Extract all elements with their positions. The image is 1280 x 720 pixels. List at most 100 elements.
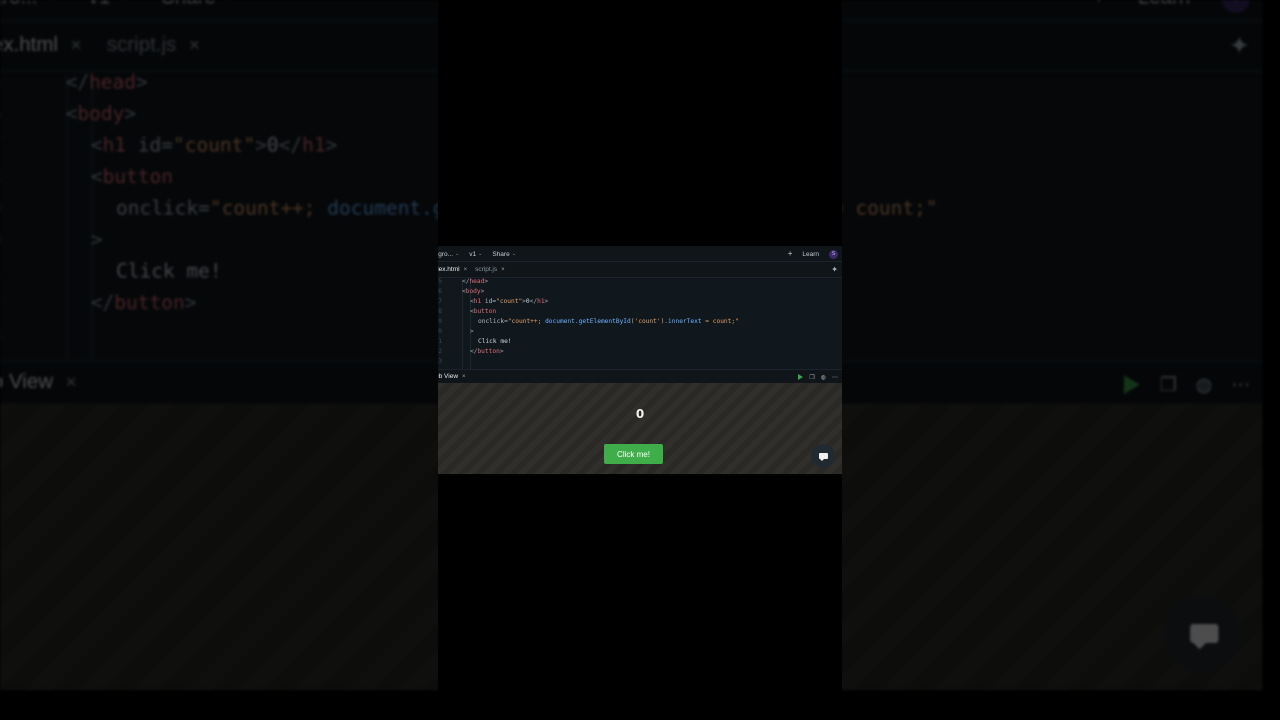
webview-title: eb View — [438, 373, 459, 380]
line-number: 10 — [438, 328, 442, 335]
chat-button[interactable] — [811, 444, 835, 468]
globe-icon[interactable]: ◍ — [821, 374, 826, 381]
code-token: </ — [90, 293, 115, 316]
learn-link[interactable]: Learn — [802, 251, 819, 258]
version-label: v1 — [88, 0, 110, 8]
new-window-icon[interactable]: ❐ — [809, 374, 814, 381]
code-text: <button — [470, 307, 496, 317]
code-token: > — [90, 230, 103, 253]
code-token: </ — [65, 72, 90, 95]
line-number: 5 — [0, 70, 3, 102]
version-label: v1 — [469, 250, 477, 258]
code-line: 10 > — [438, 327, 842, 337]
code-token: Click me! — [478, 338, 512, 345]
code-text: </button> — [91, 290, 197, 322]
workspace-menu: ygro... ⌄ — [0, 0, 57, 8]
code-text: > — [91, 227, 103, 258]
code-token: "count" — [496, 298, 523, 305]
code-token: h1 — [302, 135, 326, 158]
version-menu[interactable]: v1 ⌄ — [469, 251, 482, 258]
code-text: <button — [91, 164, 173, 196]
code-editor[interactable]: 5 </head> 6 <body> 7 <h1 id="count">0</h1> 8 <b… — [438, 277, 842, 369]
code-token: < — [90, 135, 103, 158]
chevron-down-icon: ⌄ — [44, 0, 57, 7]
file-tabs: dex.html × script.js × ✦ — [438, 262, 842, 278]
line-number: 11 — [438, 338, 442, 345]
workspace-menu[interactable]: ygro... ⌄ — [438, 251, 459, 258]
chat-button — [1164, 595, 1241, 672]
code-token: body — [77, 104, 125, 127]
code-token: "count" — [172, 135, 256, 158]
code-token: > — [124, 104, 137, 127]
line-number: 13 — [438, 358, 442, 365]
plus-icon: + — [1092, 0, 1107, 10]
chevron-down-icon: ⌄ — [478, 251, 483, 257]
tab-index-html: dex.html × — [0, 35, 82, 57]
code-text: </head> — [462, 277, 488, 287]
code-token: > — [470, 328, 474, 335]
workspace-name: ygro... — [0, 0, 37, 8]
code-token: id= — [126, 135, 173, 158]
tab-index-html[interactable]: dex.html × — [438, 266, 467, 273]
code-line: 7<h1 id="count">0</h1> — [438, 297, 842, 307]
more-icon[interactable]: ⋯ — [832, 374, 838, 381]
tab-label: script.js — [475, 266, 498, 273]
line-number: 12 — [0, 290, 3, 322]
code-token: body — [465, 288, 481, 295]
code-text: </button> — [470, 347, 504, 357]
line-number: 11 — [0, 259, 3, 291]
workspace-name: ygro... — [438, 250, 454, 258]
tab-webview[interactable]: eb View × — [438, 373, 466, 380]
chat-icon — [1188, 624, 1217, 650]
learn-link: Learn — [1138, 0, 1190, 8]
code-token: ('count') — [630, 318, 665, 325]
line-number: 13 — [0, 322, 3, 354]
code-token: h1 — [102, 135, 127, 158]
line-number: 10 — [0, 227, 3, 258]
code-token: > — [136, 72, 148, 95]
code-line: 8 <button — [438, 307, 842, 317]
line-number: 9 — [0, 196, 3, 228]
globe-icon: ◍ — [1195, 376, 1213, 396]
play-icon[interactable] — [798, 374, 804, 380]
tab-label: dex.html — [0, 35, 58, 58]
chevron-down-icon: ⌄ — [511, 251, 516, 257]
code-token: document.getElementById — [545, 318, 631, 325]
code-text: onclick="count++; document.getElementByI… — [478, 317, 739, 327]
count-heading: 0 — [635, 407, 645, 421]
line-number: 8 — [0, 164, 3, 196]
code-token: > — [325, 135, 338, 158]
tab-script-js[interactable]: script.js × — [475, 266, 505, 273]
share-label: Share — [492, 250, 510, 258]
code-token: 0 — [266, 135, 279, 158]
click-me-button[interactable]: Click me! — [604, 444, 663, 464]
code-token: button — [473, 308, 497, 315]
code-token: > — [184, 293, 197, 316]
tab-webview: eb View × — [0, 372, 77, 394]
code-token: h1 — [537, 298, 545, 305]
close-icon[interactable]: × — [501, 267, 505, 273]
code-token: onclick= — [116, 198, 210, 221]
code-token: Click me! — [116, 261, 222, 284]
chat-icon — [818, 453, 828, 461]
code-token: onclick= — [478, 318, 508, 325]
share-menu[interactable]: Share ⌄ — [492, 251, 516, 258]
code-token: head — [469, 278, 485, 285]
sparkle-icon[interactable]: ✦ — [831, 265, 838, 274]
close-icon[interactable]: × — [464, 267, 468, 273]
sparkle-icon: ✦ — [1228, 31, 1250, 61]
code-token: button — [477, 348, 500, 355]
line-number: 6 — [0, 101, 3, 133]
avatar[interactable]: S — [829, 249, 838, 259]
code-line: 9 onclick="count++; document.getElementBy… — [438, 317, 842, 327]
code-text: > — [470, 327, 474, 337]
code-token: </ — [278, 135, 303, 158]
plus-icon[interactable]: + — [788, 250, 793, 258]
code-line: 5 </head> — [438, 277, 842, 287]
tab-label: script.js — [106, 35, 177, 58]
code-text: Click me! — [116, 259, 222, 291]
top-bar: ygro... ⌄ v1 ⌄ Share ⌄ + Learn S — [438, 246, 842, 262]
close-icon[interactable]: × — [462, 374, 466, 380]
video-frame: ygro... ⌄ v1 ⌄ Share ⌄ + Learn S dex.htm — [0, 0, 1280, 720]
webview-header: eb View × ❐ ◍ ⋯ — [438, 369, 842, 383]
